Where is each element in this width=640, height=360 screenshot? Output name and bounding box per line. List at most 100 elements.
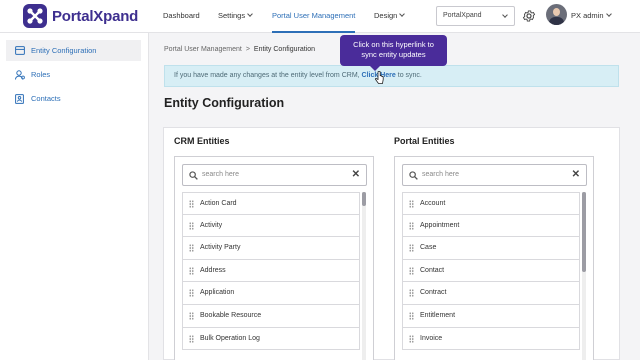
drag-handle-icon[interactable]: [409, 221, 414, 230]
crm-list-scrollbar[interactable]: [362, 192, 366, 360]
sidebar-item-label: Contacts: [31, 94, 61, 103]
list-item[interactable]: Appointment: [402, 214, 580, 238]
list-item[interactable]: Entitlement: [402, 304, 580, 328]
sidebar-item-roles[interactable]: Roles: [6, 64, 141, 85]
portal-entities-title: Portal Entities: [394, 136, 455, 146]
portal-entities-list: search here ✕ Account Appointment Case C…: [394, 156, 594, 360]
list-item-label: Action Card: [200, 200, 237, 207]
drag-handle-icon[interactable]: [189, 334, 194, 343]
nav-settings[interactable]: Settings: [218, 0, 253, 33]
list-item[interactable]: Bookable Resource: [182, 304, 360, 328]
list-item-label: Appointment: [420, 221, 460, 229]
entity-icon: [15, 46, 25, 55]
crm-search-input[interactable]: search here ✕: [182, 164, 367, 186]
tooltip: Click on this hyperlink to sync entity u…: [340, 35, 447, 71]
nav-design-label: Design: [374, 11, 398, 20]
avatar[interactable]: [546, 4, 567, 25]
list-item-label: Entitlement: [420, 311, 456, 319]
sidebar-item-entity-configuration[interactable]: Entity Configuration: [6, 40, 141, 61]
roles-icon: [15, 70, 25, 80]
chevron-down-icon: [605, 11, 612, 17]
list-item[interactable]: Bulk Operation Log: [182, 327, 360, 351]
list-item-label: Bulk Operation Log: [200, 334, 260, 342]
portal-select-value: PortalXpand: [443, 12, 482, 19]
nav-portal-user-management-label: Portal User Management: [272, 11, 356, 20]
drag-handle-icon[interactable]: [409, 244, 414, 253]
portal-list-scrollbar[interactable]: [582, 192, 586, 360]
portal-search-input[interactable]: search here ✕: [402, 164, 587, 186]
list-item-label: Account: [420, 200, 446, 207]
list-item[interactable]: Invoice: [402, 327, 580, 351]
list-item-label: Activity Party: [200, 244, 241, 252]
breadcrumb-current: Entity Configuration: [253, 46, 316, 53]
nav-dashboard-label: Dashboard: [163, 11, 200, 20]
crm-entities-title: CRM Entities: [174, 136, 230, 146]
search-icon: [409, 171, 418, 180]
tooltip-line-2: sync entity updates: [361, 50, 426, 59]
drag-handle-icon[interactable]: [189, 244, 194, 253]
crm-entities-list: search here ✕ Action Card Activity Activ…: [174, 156, 374, 360]
drag-handle-icon[interactable]: [409, 200, 414, 208]
drag-handle-icon[interactable]: [189, 221, 194, 230]
portal-search-placeholder: search here: [422, 171, 459, 178]
top-navbar: PortalXpand Dashboard Settings Portal Us…: [0, 0, 640, 33]
crm-search-placeholder: search here: [202, 171, 239, 178]
list-item-label: Case: [420, 244, 437, 252]
clear-icon[interactable]: ✕: [572, 165, 580, 185]
sync-info-banner: If you have made any changes at the enti…: [164, 65, 619, 87]
app-name: PortalXpand: [52, 7, 139, 25]
list-item-label: Invoice: [420, 334, 443, 342]
list-item[interactable]: Application: [182, 282, 360, 305]
list-item-label: Activity: [200, 221, 223, 229]
list-item-label: Bookable Resource: [200, 311, 262, 319]
list-item-label: Application: [200, 289, 235, 297]
list-item[interactable]: Case: [402, 237, 580, 260]
app-logo[interactable]: PortalXpand: [23, 4, 138, 28]
breadcrumb: Portal User Management > Entity Configurat…: [164, 46, 315, 53]
drag-handle-icon[interactable]: [189, 311, 194, 320]
page-title: Entity Configuration: [164, 96, 285, 110]
sidebar: Entity Configuration Roles Contacts: [0, 33, 149, 360]
chevron-down-icon: [247, 11, 253, 17]
sidebar-item-label: Roles: [31, 70, 51, 79]
list-item[interactable]: Contract: [402, 282, 580, 305]
drag-handle-icon[interactable]: [409, 266, 414, 275]
sidebar-item-contacts[interactable]: Contacts: [6, 88, 141, 109]
list-item[interactable]: Activity: [182, 214, 360, 238]
clear-icon[interactable]: ✕: [352, 165, 360, 185]
drag-handle-icon[interactable]: [409, 311, 414, 320]
drag-handle-icon[interactable]: [189, 266, 194, 275]
nav-portal-user-management[interactable]: Portal User Management: [272, 0, 356, 33]
nav-dashboard[interactable]: Dashboard: [163, 0, 200, 33]
user-name: PX admin: [571, 11, 604, 20]
list-item[interactable]: Action Card: [182, 192, 360, 215]
sync-info-text-end: to sync.: [397, 72, 422, 79]
breadcrumb-link-portal-user-management[interactable]: Portal User Management: [164, 46, 242, 53]
scrollbar-thumb[interactable]: [362, 192, 366, 206]
sidebar-item-label: Entity Configuration: [31, 46, 97, 55]
drag-handle-icon[interactable]: [409, 334, 414, 343]
list-item[interactable]: Address: [182, 259, 360, 283]
sync-info-text: If you have made any changes at the enti…: [174, 72, 360, 79]
scrollbar-thumb[interactable]: [582, 192, 586, 272]
gear-icon[interactable]: [522, 9, 536, 23]
cursor-icon: [375, 71, 384, 84]
drag-handle-icon[interactable]: [189, 200, 194, 208]
breadcrumb-separator: >: [245, 46, 250, 53]
chevron-down-icon: [399, 11, 406, 17]
user-menu[interactable]: PX admin: [571, 0, 612, 33]
contacts-icon: [15, 94, 24, 104]
tooltip-line-1: Click on this hyperlink to: [353, 40, 434, 49]
list-item-label: Contact: [420, 266, 445, 274]
list-item-label: Address: [200, 266, 226, 274]
search-icon: [189, 171, 198, 180]
list-item[interactable]: Account: [402, 192, 580, 215]
list-item[interactable]: Contact: [402, 259, 580, 283]
portal-select[interactable]: PortalXpand: [436, 6, 515, 26]
list-item-label: Contract: [420, 289, 447, 297]
drag-handle-icon[interactable]: [409, 289, 414, 298]
drag-handle-icon[interactable]: [189, 289, 194, 298]
logo-icon: [23, 4, 47, 28]
list-item[interactable]: Activity Party: [182, 237, 360, 260]
nav-design[interactable]: Design: [374, 0, 406, 33]
